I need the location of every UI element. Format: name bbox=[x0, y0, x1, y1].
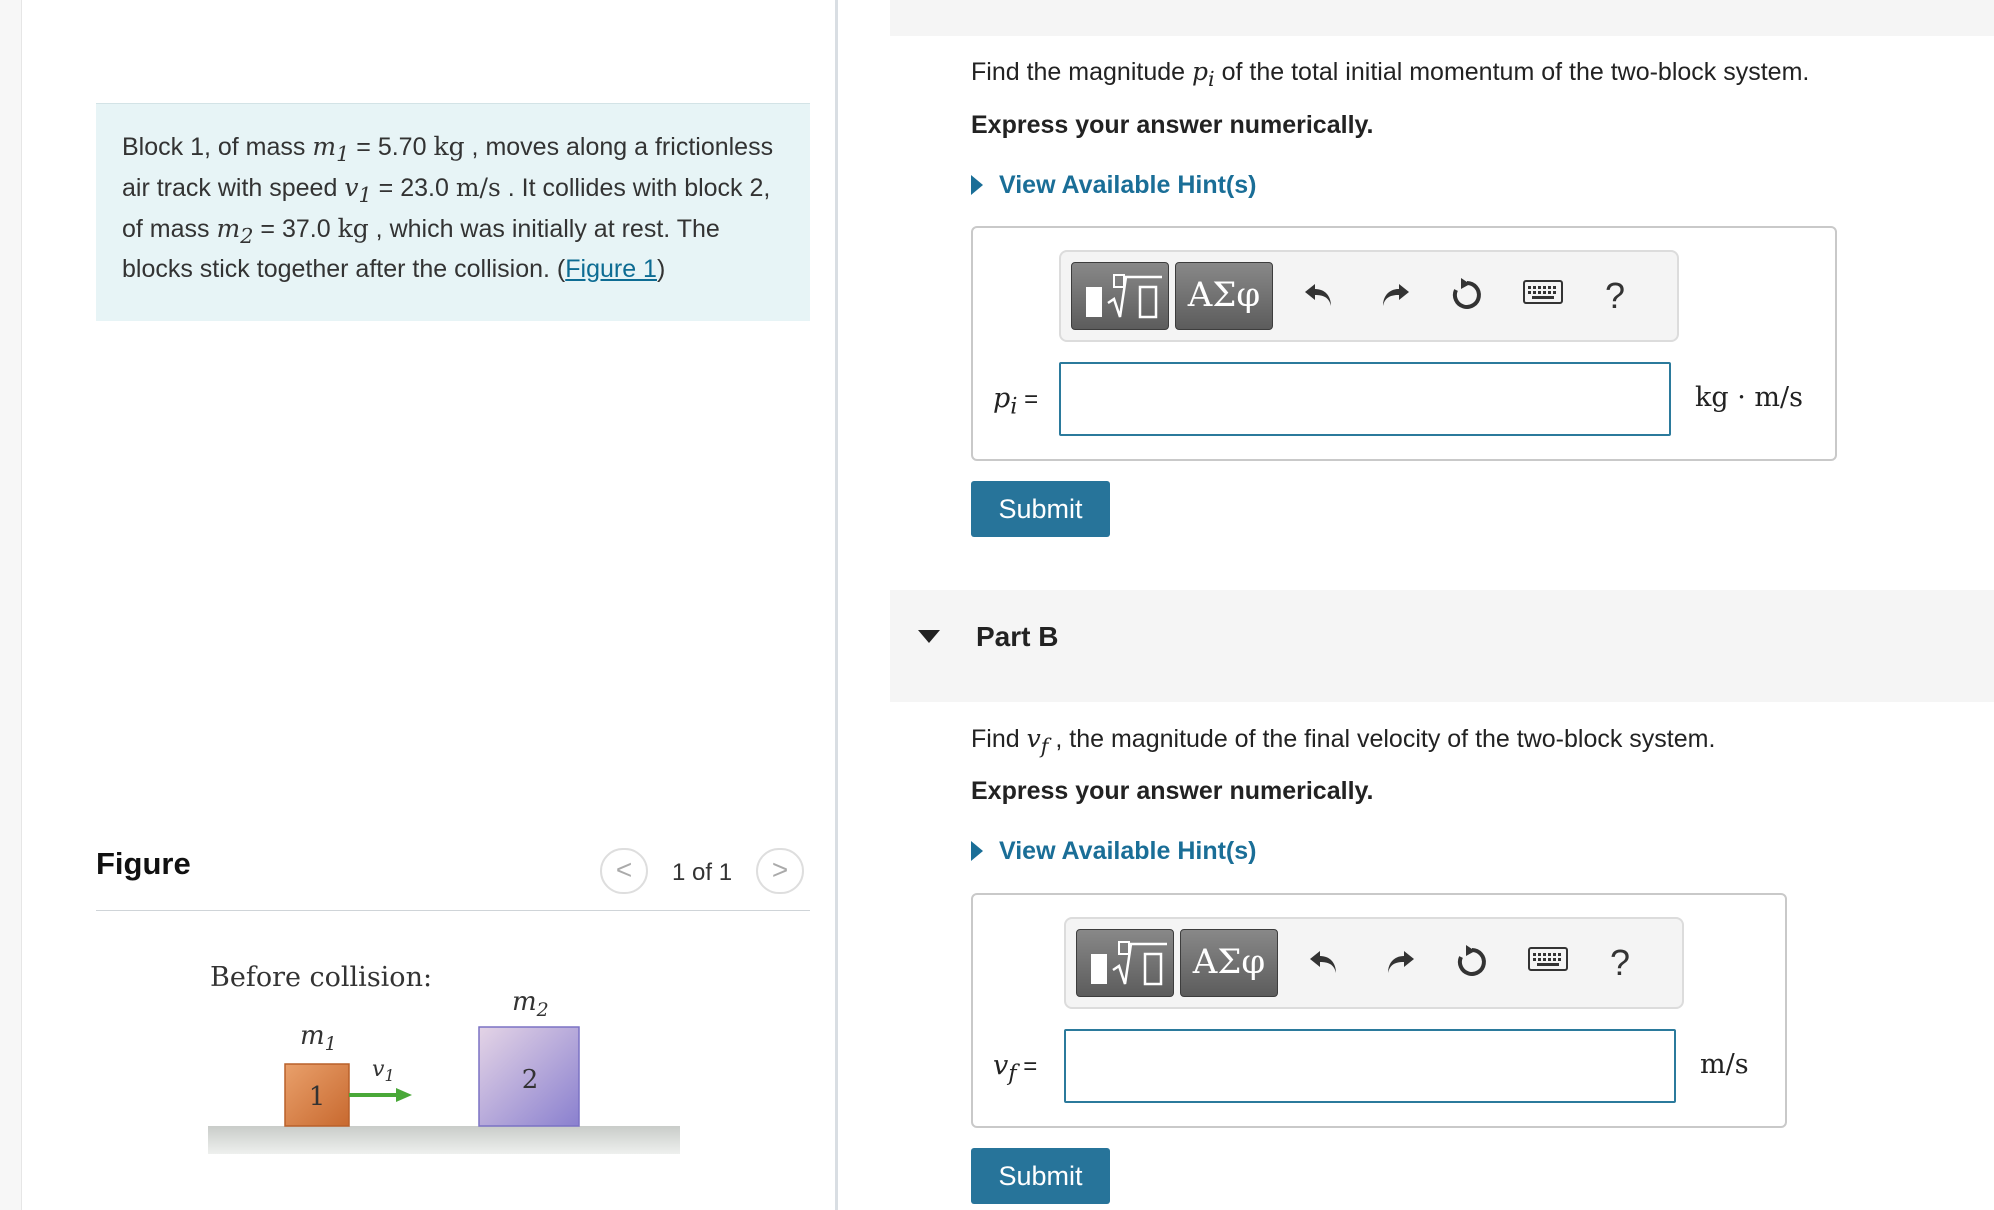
redo-icon[interactable] bbox=[1378, 941, 1422, 985]
m2-value: = 37.0 bbox=[253, 215, 338, 243]
part-a-header-bar bbox=[890, 0, 1994, 36]
greek-symbols-button[interactable]: ΑΣφ bbox=[1175, 262, 1273, 330]
v1-symbol: v1 bbox=[344, 173, 372, 207]
expand-triangle-icon bbox=[971, 841, 983, 861]
part-b-variable-label: vf = bbox=[993, 1050, 1038, 1087]
templates-button[interactable] bbox=[1071, 262, 1169, 330]
problem-text: Block 1, of mass bbox=[122, 133, 313, 161]
keyboard-icon[interactable] bbox=[1526, 941, 1570, 985]
part-a-answer-box: ΑΣφ ? pi = kg · m/s bbox=[971, 226, 1837, 461]
figure-caption: Before collision: bbox=[210, 962, 432, 993]
part-a-hint-toggle[interactable]: View Available Hint(s) bbox=[971, 171, 1256, 200]
pane-divider[interactable] bbox=[835, 0, 838, 1210]
collision-figure: Before collision: m2 m1 v1 1 2 bbox=[208, 962, 680, 1154]
part-a-variable-label: pi = bbox=[993, 383, 1039, 420]
redo-icon[interactable] bbox=[1373, 274, 1417, 318]
reset-icon[interactable] bbox=[1445, 274, 1489, 318]
m2-symbol: m2 bbox=[216, 214, 254, 248]
undo-icon[interactable] bbox=[1297, 274, 1341, 318]
templates-button[interactable] bbox=[1076, 929, 1174, 997]
v1-value: = 23.0 bbox=[371, 174, 456, 202]
next-figure-button[interactable]: > bbox=[756, 848, 804, 894]
part-b-question: Find vf , the magnitude of the final vel… bbox=[971, 724, 1716, 758]
m1-unit: kg bbox=[433, 132, 465, 161]
m1-symbol: m1 bbox=[312, 132, 350, 166]
v1-unit: m/s bbox=[455, 173, 501, 202]
greek-symbols-button[interactable]: ΑΣφ bbox=[1180, 929, 1278, 997]
part-b-hint-toggle[interactable]: View Available Hint(s) bbox=[971, 837, 1256, 866]
problem-statement: Block 1, of mass m1 = 5.70 kg , moves al… bbox=[96, 103, 810, 321]
keyboard-icon[interactable] bbox=[1521, 274, 1565, 318]
math-toolbar: ΑΣφ ? bbox=[1059, 250, 1679, 342]
templates-icon bbox=[1091, 941, 1167, 986]
block-2-label: 2 bbox=[522, 1065, 539, 1095]
m1-label: m1 bbox=[300, 1021, 337, 1055]
figure-page-count: 1 of 1 bbox=[672, 859, 733, 886]
part-b-unit: m/s bbox=[1700, 1049, 1749, 1080]
templates-icon bbox=[1086, 274, 1162, 319]
help-icon[interactable]: ? bbox=[1593, 274, 1637, 318]
part-b-submit-button[interactable]: Submit bbox=[971, 1148, 1110, 1204]
part-a-question: Find the magnitude pi of the total initi… bbox=[971, 57, 1810, 91]
part-b-answer-input[interactable] bbox=[1064, 1029, 1676, 1103]
v1-label: v1 bbox=[372, 1057, 395, 1085]
collapse-caret-icon[interactable] bbox=[918, 630, 940, 643]
m2-unit: kg bbox=[337, 214, 369, 243]
part-a-instruction: Express your answer numerically. bbox=[971, 111, 1374, 139]
part-b-instruction: Express your answer numerically. bbox=[971, 777, 1374, 805]
part-b-title: Part B bbox=[976, 621, 1059, 652]
figure-link[interactable]: Figure 1 bbox=[565, 255, 657, 283]
math-toolbar: ΑΣφ ? bbox=[1064, 917, 1684, 1009]
part-b-header[interactable]: Part B bbox=[890, 590, 1994, 702]
undo-icon[interactable] bbox=[1302, 941, 1346, 985]
figure-pager: < 1 of 1 > bbox=[600, 848, 810, 896]
part-a-answer-input[interactable] bbox=[1059, 362, 1671, 436]
problem-text: ) bbox=[656, 255, 666, 283]
block-1-label: 1 bbox=[309, 1082, 326, 1112]
part-a-submit-button[interactable]: Submit bbox=[971, 481, 1110, 537]
previous-figure-button[interactable]: < bbox=[600, 848, 648, 894]
velocity-arrowhead bbox=[396, 1088, 412, 1102]
part-a-unit: kg · m/s bbox=[1695, 382, 1803, 413]
help-icon[interactable]: ? bbox=[1598, 941, 1642, 985]
expand-triangle-icon bbox=[971, 175, 983, 195]
m2-label: m2 bbox=[512, 987, 549, 1021]
figure-title: Figure bbox=[96, 846, 191, 881]
left-gutter bbox=[0, 0, 22, 1210]
figure-divider bbox=[96, 910, 810, 911]
air-track bbox=[208, 1126, 680, 1154]
part-b-answer-box: ΑΣφ ? vf = m/s bbox=[971, 893, 1787, 1128]
reset-icon[interactable] bbox=[1450, 941, 1494, 985]
m1-value: = 5.70 bbox=[349, 133, 434, 161]
